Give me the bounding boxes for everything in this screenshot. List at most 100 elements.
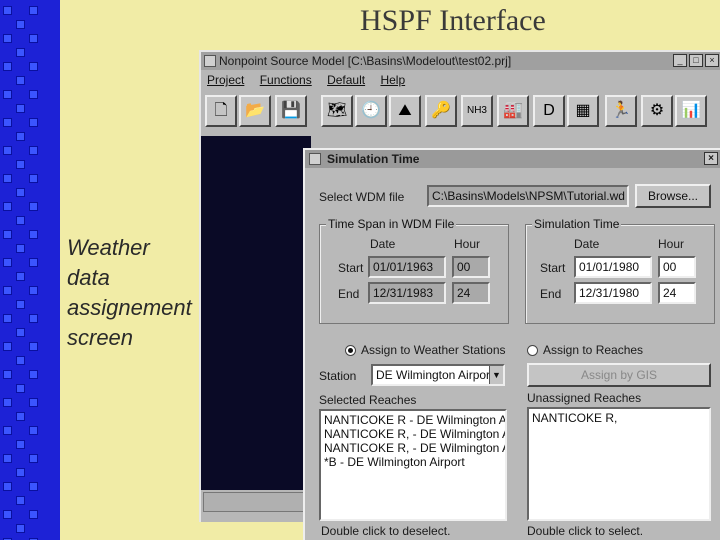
sidebar-square: [3, 314, 12, 323]
landscape-icon[interactable]: ⛰: [389, 95, 421, 127]
list-item[interactable]: NANTICOKE R,: [532, 411, 706, 425]
dialog-title: Simulation Time: [327, 152, 420, 166]
maximize-icon[interactable]: □: [689, 54, 703, 67]
start-label: Start: [540, 261, 566, 275]
selected-reaches-label: Selected Reaches: [319, 393, 417, 407]
map-icon[interactable]: 🗺: [321, 95, 353, 127]
sidebar-square: [16, 160, 25, 169]
caption-line: data: [67, 265, 110, 290]
assign-stations-radio[interactable]: [345, 345, 356, 356]
simulation-time-group: Simulation Time Date Hour Start 01/01/19…: [525, 217, 715, 324]
app-titlebar[interactable]: Nonpoint Source Model [C:\Basins\Modelou…: [201, 52, 720, 70]
start-label: Start: [338, 261, 364, 275]
end-label: End: [338, 287, 360, 301]
sidebar-square: [16, 384, 25, 393]
unassigned-reaches-list[interactable]: NANTICOKE R,: [527, 407, 711, 521]
sidebar-square: [3, 62, 12, 71]
chevron-down-icon[interactable]: ▼: [489, 366, 503, 384]
calculator-icon[interactable]: ▦: [567, 95, 599, 127]
open-folder-icon[interactable]: 📂: [239, 95, 271, 127]
system-menu-icon[interactable]: [309, 153, 321, 165]
menu-help[interactable]: Help: [380, 73, 405, 87]
new-file-icon[interactable]: 🗋: [205, 95, 237, 127]
wdm-start-hour-field: 00: [452, 256, 490, 278]
minimize-icon[interactable]: _: [673, 54, 687, 67]
menu-functions[interactable]: Functions: [260, 73, 312, 87]
runner-icon[interactable]: 🏃: [605, 95, 637, 127]
assign-reaches-radio[interactable]: [527, 345, 538, 356]
end-label: End: [540, 287, 562, 301]
sidebar-square: [16, 48, 25, 57]
list-item[interactable]: *B - DE Wilmington Airport: [324, 455, 502, 469]
date-header: Date: [574, 237, 600, 251]
app-menubar: Project Functions Default Help: [201, 70, 720, 90]
sidebar-square: [3, 482, 12, 491]
list-item[interactable]: NANTICOKE R, - DE Wilmington Air: [324, 441, 505, 455]
key-icon[interactable]: 🔑: [425, 95, 457, 127]
selected-reaches-list[interactable]: NANTICOKE R - DE Wilmington Air NANTICOK…: [319, 409, 507, 521]
simulation-time-group-title: Simulation Time: [532, 217, 622, 231]
slide-caption: Weather data assignement screen: [67, 233, 207, 353]
list-item[interactable]: NANTICOKE R - DE Wilmington Air: [324, 413, 505, 427]
assign-stations-label[interactable]: Assign to Weather Stations: [361, 343, 506, 357]
close-icon[interactable]: ×: [705, 54, 719, 67]
sidebar-square: [16, 132, 25, 141]
station-dropdown[interactable]: DE Wilmington Airport ▼: [371, 364, 505, 386]
sidebar-square: [3, 342, 12, 351]
sidebar-square: [29, 230, 38, 239]
caption-line: Weather: [67, 235, 150, 260]
chart-icon[interactable]: 📊: [675, 95, 707, 127]
sidebar-square: [3, 174, 12, 183]
app-statusbar: [203, 492, 307, 512]
output-icon[interactable]: ⚙: [641, 95, 673, 127]
sidebar-square: [3, 34, 12, 43]
sidebar-square: [3, 370, 12, 379]
simulation-time-dialog: Simulation Time × Select WDM file C:\Bas…: [303, 148, 720, 540]
sidebar-square: [16, 300, 25, 309]
menu-project[interactable]: Project: [207, 73, 244, 87]
sidebar-square: [16, 356, 25, 365]
sidebar-square: [29, 62, 38, 71]
browse-button[interactable]: Browse...: [635, 184, 711, 208]
default-icon[interactable]: D: [533, 95, 565, 127]
sidebar-square: [29, 426, 38, 435]
sidebar-square: [29, 370, 38, 379]
sidebar-square: [16, 216, 25, 225]
sidebar-square: [3, 258, 12, 267]
wdm-path-field[interactable]: C:\Basins\Models\NPSM\Tutorial.wd: [427, 185, 629, 207]
system-menu-icon[interactable]: [204, 55, 216, 67]
slide-sidebar: [0, 0, 60, 540]
assign-by-gis-button[interactable]: Assign by GIS: [527, 363, 711, 387]
sidebar-square: [29, 314, 38, 323]
sidebar-square: [29, 482, 38, 491]
slide-title: HSPF Interface: [360, 4, 546, 37]
station-value: DE Wilmington Airport: [376, 368, 494, 382]
sim-end-hour-field[interactable]: 24: [658, 282, 696, 304]
sidebar-square: [16, 468, 25, 477]
sidebar-square: [3, 90, 12, 99]
list-item[interactable]: NANTICOKE R, - DE Wilmington Air: [324, 427, 505, 441]
sidebar-square: [3, 426, 12, 435]
factory-icon[interactable]: 🏭: [497, 95, 529, 127]
hour-header: Hour: [658, 237, 685, 251]
sidebar-square: [3, 510, 12, 519]
sidebar-square: [3, 398, 12, 407]
close-icon[interactable]: ×: [704, 152, 718, 165]
sidebar-square: [29, 398, 38, 407]
sidebar-square: [16, 272, 25, 281]
menu-default[interactable]: Default: [327, 73, 365, 87]
sidebar-square: [29, 342, 38, 351]
sim-end-date-field[interactable]: 12/31/1980: [574, 282, 652, 304]
wdm-start-date-field: 01/01/1963: [368, 256, 446, 278]
sidebar-square: [16, 412, 25, 421]
assign-reaches-label[interactable]: Assign to Reaches: [543, 343, 643, 357]
clock-icon[interactable]: 🕘: [355, 95, 387, 127]
save-disk-icon[interactable]: 💾: [275, 95, 307, 127]
sim-start-date-field[interactable]: 01/01/1980: [574, 256, 652, 278]
sidebar-square: [29, 510, 38, 519]
sidebar-square: [16, 20, 25, 29]
sidebar-square: [29, 202, 38, 211]
dialog-titlebar[interactable]: Simulation Time ×: [305, 150, 720, 168]
chemistry-icon[interactable]: NH3: [461, 95, 493, 127]
sim-start-hour-field[interactable]: 00: [658, 256, 696, 278]
